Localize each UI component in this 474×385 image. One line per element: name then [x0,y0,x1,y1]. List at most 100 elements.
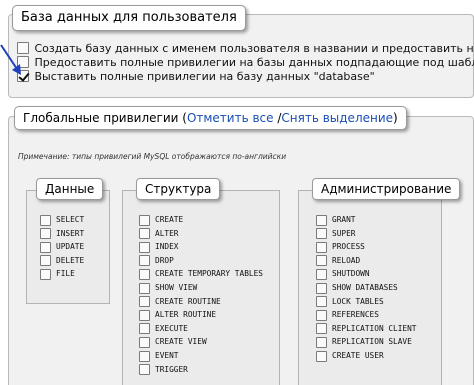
privilege-alter[interactable]: ALTER [139,228,178,240]
legend-suffix: ) [393,111,398,125]
privilege-checkbox[interactable] [316,309,327,321]
privilege-checkbox[interactable] [316,241,327,253]
privilege-checkbox[interactable] [40,214,51,226]
privilege-checkbox[interactable] [139,309,150,321]
privilege-label: TRIGGER [155,364,188,374]
privilege-label: RELOAD [332,255,361,265]
privilege-label: DELETE [56,255,85,265]
privilege-checkbox[interactable] [139,296,150,308]
privilege-drop[interactable]: DROP [139,255,174,267]
privilege-show-view[interactable]: SHOW VIEW [139,282,197,294]
privilege-label: INSERT [56,228,85,238]
privilege-update[interactable]: UPDATE [40,241,84,253]
privilege-label: CREATE TEMPORARY TABLES [155,269,263,279]
privilege-label: CREATE ROUTINE [155,296,221,306]
privilege-label: SELECT [56,215,85,224]
privilege-checkbox[interactable] [316,255,327,267]
privilege-checkbox[interactable] [316,214,327,226]
privilege-insert[interactable]: INSERT [40,228,84,240]
privilege-label: UPDATE [56,242,85,252]
privilege-label: GRANT [332,215,356,224]
privilege-alter-routine[interactable]: ALTER ROUTINE [139,309,216,321]
privilege-lock-tables[interactable]: LOCK TABLES [316,296,384,308]
check-all-link[interactable]: Отметить все [187,111,274,125]
privilege-label: EXECUTE [155,323,188,333]
option-full-privileges-db[interactable]: Выставить полные привилегии на базу данн… [17,70,375,84]
privilege-show-databases[interactable]: SHOW DATABASES [316,282,398,294]
privilege-label: REFERENCES [332,310,379,320]
privilege-checkbox[interactable] [139,336,150,348]
privilege-checkbox[interactable] [139,214,150,226]
privilege-checkbox[interactable] [139,228,150,240]
privilege-checkbox[interactable] [316,268,327,280]
privilege-checkbox[interactable] [139,323,150,335]
privilege-index[interactable]: INDEX [139,241,178,253]
privilege-label: FILE [56,269,75,279]
privilege-references[interactable]: REFERENCES [316,309,379,321]
privilege-checkbox[interactable] [316,336,327,348]
privilege-label: CREATE VIEW [155,337,207,347]
privilege-label: EVENT [155,351,179,360]
privilege-replication-client[interactable]: REPLICATION CLIENT [316,323,417,335]
privilege-checkbox[interactable] [139,268,150,280]
privilege-delete[interactable]: DELETE [40,255,84,267]
privilege-create-temporary-tables[interactable]: CREATE TEMPORARY TABLES [139,268,263,280]
user-database-legend: База данных для пользователя [12,5,246,31]
privilege-process[interactable]: PROCESS [316,241,365,253]
privilege-shutdown[interactable]: SHUTDOWN [316,268,370,280]
privilege-label: CREATE [155,215,184,224]
privilege-super[interactable]: SUPER [316,228,355,240]
privilege-reload[interactable]: RELOAD [316,255,360,267]
legend-prefix: Глобальные привилегии ( [23,111,187,125]
privilege-trigger[interactable]: TRIGGER [139,364,188,376]
privilege-checkbox[interactable] [316,282,327,294]
option-label: Предоставить полные привилегии на базы д… [34,56,474,69]
structure-group-legend: Структура [136,178,221,200]
privilege-checkbox[interactable] [139,255,150,267]
privilege-create[interactable]: CREATE [139,214,183,226]
privilege-checkbox[interactable] [40,255,51,267]
privilege-label: CREATE USER [332,351,384,360]
privilege-label: REPLICATION SLAVE [332,337,412,347]
privilege-label: SUPER [332,228,356,238]
option-create-user-db[interactable]: Создать базу данных с именем пользовател… [17,42,474,56]
privilege-checkbox[interactable] [316,296,327,308]
privilege-label: ALTER ROUTINE [155,310,217,320]
privilege-checkbox[interactable] [316,350,327,362]
privilege-label: ALTER [155,228,179,238]
privilege-grant[interactable]: GRANT [316,214,355,226]
privilege-execute[interactable]: EXECUTE [139,323,188,335]
uncheck-all-link[interactable]: Снять выделение [281,111,393,125]
privilege-select[interactable]: SELECT [40,214,84,226]
privilege-create-user[interactable]: CREATE USER [316,350,384,362]
privilege-label: REPLICATION CLIENT [332,323,417,333]
data-group-legend: Данные [36,178,104,200]
privilege-label: DROP [155,255,174,265]
privilege-checkbox[interactable] [40,228,51,240]
privilege-label: SHOW DATABASES [332,283,398,292]
annotation-arrow-icon [0,44,21,75]
global-privileges-legend: Глобальные привилегии (Отметить все /Сня… [14,106,407,130]
privilege-create-routine[interactable]: CREATE ROUTINE [139,296,221,308]
privilege-checkbox[interactable] [139,282,150,294]
privilege-checkbox[interactable] [40,241,51,253]
privilege-label: SHUTDOWN [332,269,370,279]
privileges-page: База данных для пользователя Создать баз… [0,0,474,385]
privilege-checkbox[interactable] [139,241,150,253]
option-wildcard-db[interactable]: Предоставить полные привилегии на базы д… [17,56,474,70]
option-label: Создать базу данных с именем пользовател… [34,42,474,55]
privilege-label: INDEX [155,242,179,252]
privilege-event[interactable]: EVENT [139,350,178,362]
privilege-create-view[interactable]: CREATE VIEW [139,336,207,348]
privilege-checkbox[interactable] [316,323,327,335]
privilege-replication-slave[interactable]: REPLICATION SLAVE [316,336,412,348]
privilege-label: PROCESS [332,242,365,252]
privilege-checkbox[interactable] [139,364,150,376]
privilege-checkbox[interactable] [316,228,327,240]
privilege-checkbox[interactable] [40,268,51,280]
option-label: Выставить полные привилегии на базу данн… [34,70,375,83]
privilege-file[interactable]: FILE [40,268,75,280]
privilege-label: LOCK TABLES [332,296,384,306]
privilege-checkbox[interactable] [139,350,150,362]
mysql-note: Примечание: типы привилегий MySQL отобра… [18,152,287,161]
